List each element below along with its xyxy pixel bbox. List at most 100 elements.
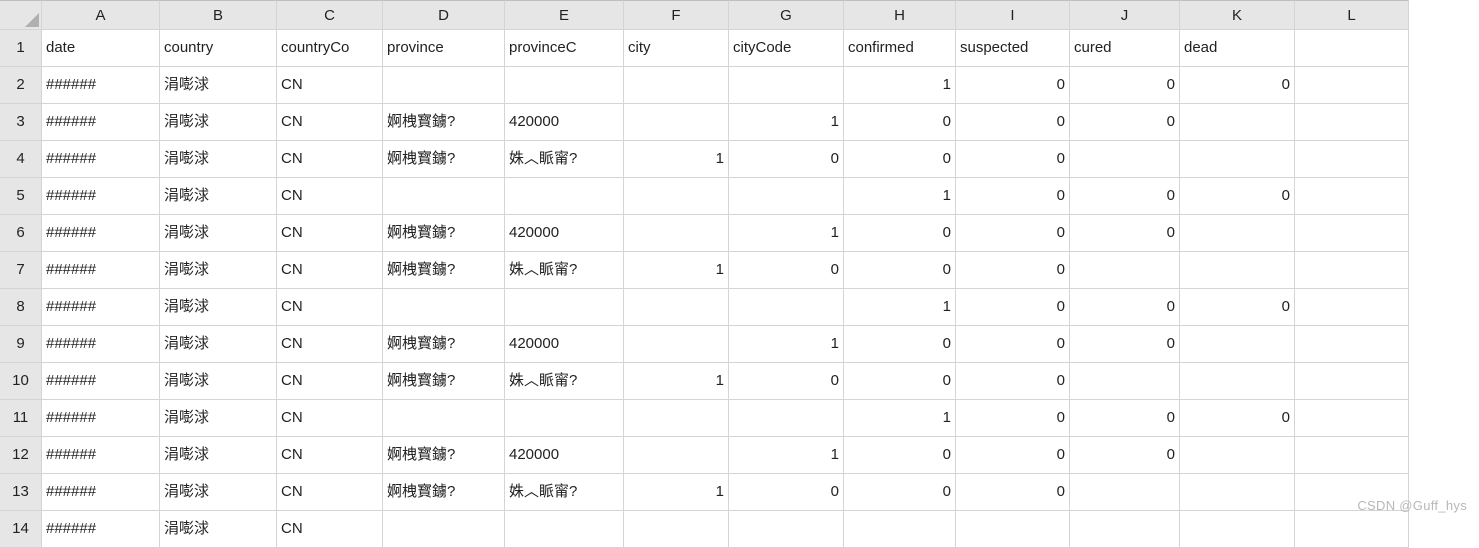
data-cell[interactable]: 0 — [844, 474, 956, 511]
data-cell[interactable]: 1 — [844, 400, 956, 437]
data-cell[interactable]: CN — [277, 215, 383, 252]
data-cell[interactable]: 0 — [956, 326, 1070, 363]
data-cell[interactable]: 0 — [1180, 67, 1295, 104]
data-cell[interactable] — [1295, 289, 1409, 326]
data-cell[interactable] — [505, 67, 624, 104]
data-cell[interactable]: CN — [277, 104, 383, 141]
data-cell[interactable]: 1 — [729, 215, 844, 252]
data-cell[interactable]: 1 — [844, 67, 956, 104]
data-cell[interactable]: ###### — [42, 141, 160, 178]
row-header[interactable]: 3 — [0, 104, 42, 141]
data-cell[interactable] — [1180, 511, 1295, 548]
data-cell[interactable]: ###### — [42, 363, 160, 400]
data-cell[interactable] — [1295, 67, 1409, 104]
column-header-A[interactable]: A — [42, 0, 160, 30]
row-header[interactable]: 14 — [0, 511, 42, 548]
data-cell[interactable]: 婀栧寳鐪? — [383, 104, 505, 141]
data-cell[interactable] — [1295, 363, 1409, 400]
data-cell[interactable]: 涓嘭浗 — [160, 326, 277, 363]
data-cell[interactable]: 0 — [1070, 400, 1180, 437]
data-cell[interactable]: 涓嘭浗 — [160, 511, 277, 548]
header-cell[interactable]: country — [160, 30, 277, 67]
data-cell[interactable]: 0 — [1180, 400, 1295, 437]
column-header-G[interactable]: G — [729, 0, 844, 30]
data-cell[interactable]: CN — [277, 67, 383, 104]
data-cell[interactable]: CN — [277, 437, 383, 474]
data-cell[interactable] — [1070, 511, 1180, 548]
data-cell[interactable]: CN — [277, 252, 383, 289]
data-cell[interactable]: 420000 — [505, 437, 624, 474]
data-cell[interactable]: 0 — [844, 363, 956, 400]
data-cell[interactable] — [505, 178, 624, 215]
data-cell[interactable]: 0 — [729, 252, 844, 289]
data-cell[interactable]: 0 — [729, 474, 844, 511]
data-cell[interactable]: 0 — [956, 400, 1070, 437]
column-header-C[interactable]: C — [277, 0, 383, 30]
data-cell[interactable]: 1 — [844, 289, 956, 326]
header-cell[interactable]: dead — [1180, 30, 1295, 67]
row-header[interactable]: 5 — [0, 178, 42, 215]
data-cell[interactable]: 婀栧寳鐪? — [383, 437, 505, 474]
data-cell[interactable] — [1180, 215, 1295, 252]
data-cell[interactable]: 涓嘭浗 — [160, 289, 277, 326]
data-cell[interactable]: 涓嘭浗 — [160, 104, 277, 141]
header-cell[interactable] — [1295, 30, 1409, 67]
column-header-D[interactable]: D — [383, 0, 505, 30]
row-header[interactable]: 11 — [0, 400, 42, 437]
data-cell[interactable]: 姝︿眽甯? — [505, 141, 624, 178]
data-cell[interactable] — [624, 104, 729, 141]
row-header[interactable]: 1 — [0, 30, 42, 67]
data-cell[interactable]: 1 — [624, 474, 729, 511]
data-cell[interactable] — [1070, 363, 1180, 400]
data-cell[interactable]: ###### — [42, 437, 160, 474]
data-cell[interactable]: 1 — [624, 363, 729, 400]
data-cell[interactable]: 姝︿眽甯? — [505, 363, 624, 400]
data-cell[interactable]: 0 — [1070, 215, 1180, 252]
data-cell[interactable]: 0 — [956, 252, 1070, 289]
data-cell[interactable]: CN — [277, 141, 383, 178]
data-cell[interactable] — [844, 511, 956, 548]
header-cell[interactable]: countryCo — [277, 30, 383, 67]
data-cell[interactable]: 涓嘭浗 — [160, 252, 277, 289]
data-cell[interactable]: 姝︿眽甯? — [505, 474, 624, 511]
data-cell[interactable]: 0 — [1180, 178, 1295, 215]
data-cell[interactable] — [1295, 178, 1409, 215]
data-cell[interactable]: 1 — [729, 437, 844, 474]
data-cell[interactable]: ###### — [42, 400, 160, 437]
data-cell[interactable]: ###### — [42, 215, 160, 252]
header-cell[interactable]: cured — [1070, 30, 1180, 67]
header-cell[interactable]: city — [624, 30, 729, 67]
data-cell[interactable] — [1295, 141, 1409, 178]
data-cell[interactable] — [1070, 474, 1180, 511]
data-cell[interactable] — [956, 511, 1070, 548]
data-cell[interactable]: CN — [277, 400, 383, 437]
data-cell[interactable] — [624, 67, 729, 104]
data-cell[interactable] — [729, 400, 844, 437]
data-cell[interactable] — [729, 178, 844, 215]
data-cell[interactable] — [624, 178, 729, 215]
data-cell[interactable] — [624, 289, 729, 326]
row-header[interactable]: 7 — [0, 252, 42, 289]
row-header[interactable]: 12 — [0, 437, 42, 474]
column-header-E[interactable]: E — [505, 0, 624, 30]
row-header[interactable]: 10 — [0, 363, 42, 400]
data-cell[interactable]: 涓嘭浗 — [160, 178, 277, 215]
data-cell[interactable]: 涓嘭浗 — [160, 363, 277, 400]
data-cell[interactable]: ###### — [42, 326, 160, 363]
data-cell[interactable] — [383, 511, 505, 548]
data-cell[interactable] — [1180, 104, 1295, 141]
data-cell[interactable] — [383, 289, 505, 326]
data-cell[interactable] — [729, 289, 844, 326]
select-all-corner[interactable] — [0, 0, 42, 30]
data-cell[interactable]: 0 — [729, 363, 844, 400]
data-cell[interactable] — [1180, 252, 1295, 289]
data-cell[interactable]: 婀栧寳鐪? — [383, 363, 505, 400]
data-cell[interactable]: 0 — [1070, 289, 1180, 326]
data-cell[interactable] — [383, 178, 505, 215]
data-cell[interactable]: 婀栧寳鐪? — [383, 215, 505, 252]
data-cell[interactable] — [624, 437, 729, 474]
data-cell[interactable]: CN — [277, 178, 383, 215]
data-cell[interactable]: 0 — [844, 215, 956, 252]
header-cell[interactable]: province — [383, 30, 505, 67]
data-cell[interactable]: ###### — [42, 511, 160, 548]
